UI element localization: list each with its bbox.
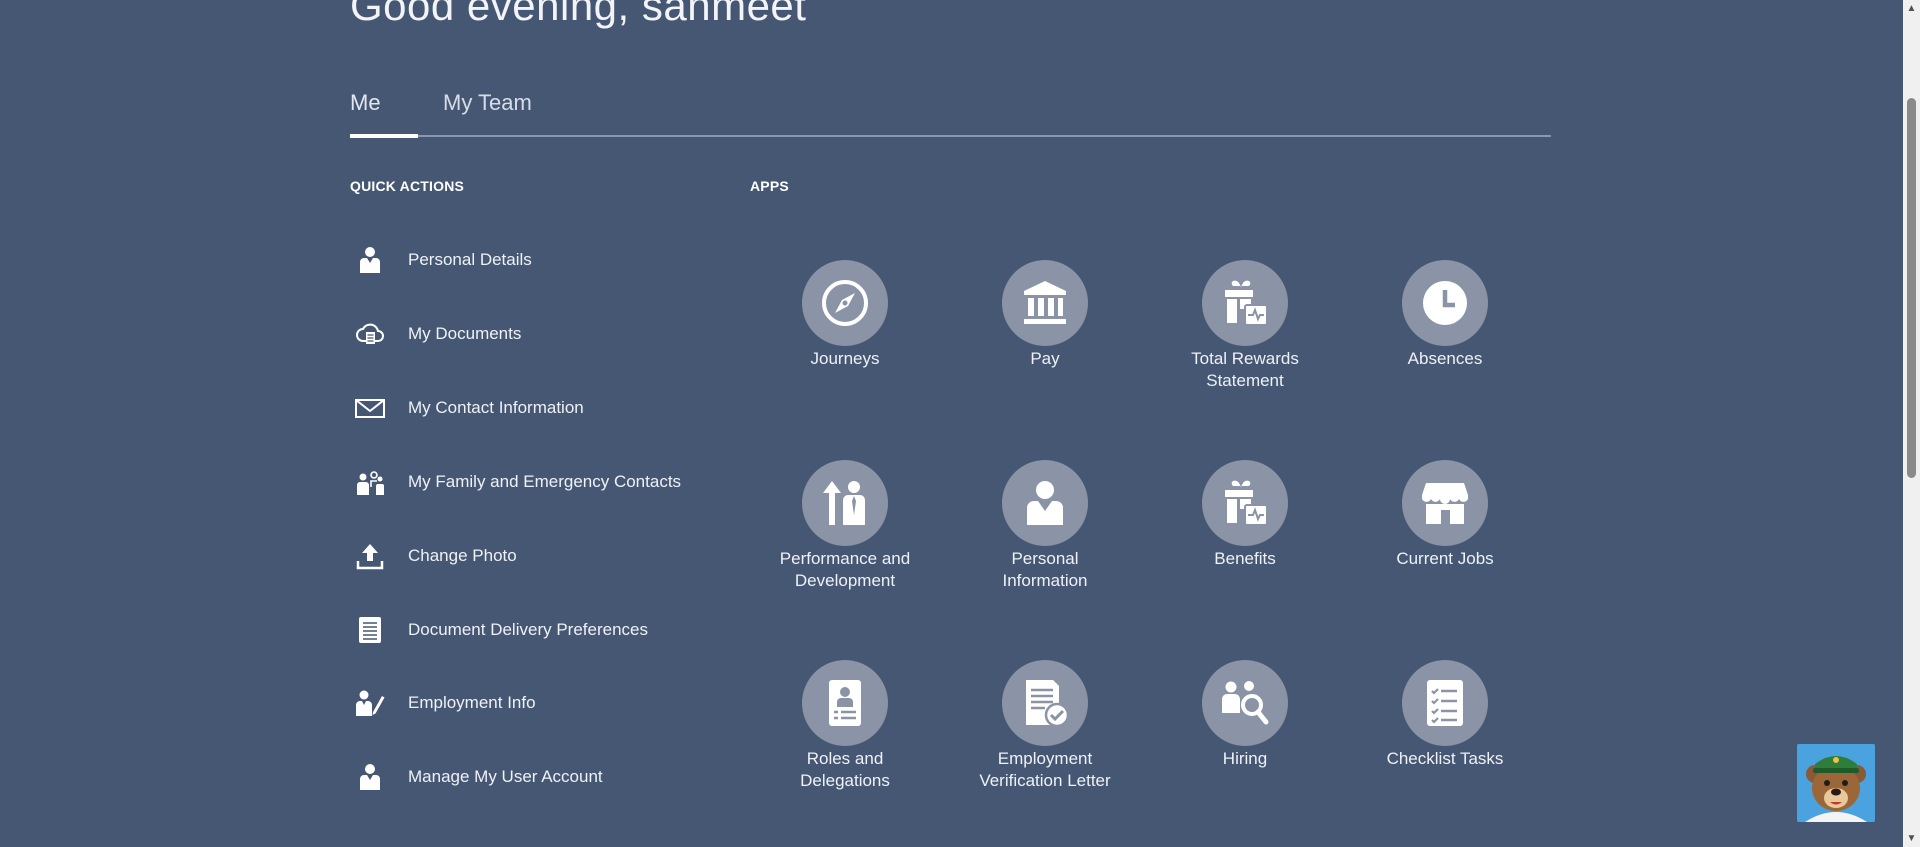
quick-action-manage-my-user-account[interactable]: Manage My User Account [350,757,750,797]
app-journeys[interactable]: Journeys [760,260,930,370]
app-employment-verification-letter[interactable]: Employment Verification Letter [960,660,1130,792]
quick-action-label: My Contact Information [408,398,584,417]
tab-bar: Me My Team [350,85,1551,139]
tab-active-indicator [350,134,418,138]
greeting-heading: Good evening, sanmeet [350,0,807,29]
quick-action-my-family-and-emergency-contacts[interactable]: My Family and Emergency Contacts [350,462,750,502]
person-pencil-icon [350,683,390,723]
app-label: Pay [1030,349,1060,368]
app-label: Roles and Delegations [800,749,890,790]
quick-action-label: Manage My User Account [408,767,603,786]
quick-action-my-documents[interactable]: My Documents [350,314,750,354]
app-label: Personal Information [1002,549,1088,590]
app-label: Performance and Development [779,549,911,590]
scroll-up-arrow-icon[interactable]: ▲ [1903,0,1920,17]
app-pay[interactable]: Pay [960,260,1130,370]
app-personal-information[interactable]: Personal Information [960,460,1130,592]
bear-mascot-icon [1797,744,1875,822]
quick-action-label: Personal Details [408,250,532,269]
app-performance-and-development[interactable]: Performance and Development [760,460,930,592]
quick-action-label: My Family and Emergency Contacts [408,472,682,491]
gift-pulse-icon [1202,260,1288,346]
tab-divider [350,135,1551,137]
app-label: Hiring [1222,749,1268,768]
app-absences[interactable]: Absences [1360,260,1530,370]
envelope-icon [350,388,390,428]
quick-action-label: Employment Info [408,693,536,712]
person-icon [1002,460,1088,546]
app-hiring[interactable]: Hiring [1160,660,1330,770]
cloud-document-icon [350,314,390,354]
quick-actions-title: QUICK ACTIONS [350,178,465,194]
vertical-scrollbar[interactable]: ▲ ▼ [1903,0,1920,847]
app-checklist-tasks[interactable]: Checklist Tasks [1360,660,1530,770]
quick-action-document-delivery-preferences[interactable]: Document Delivery Preferences [350,610,750,650]
apps-title: APPS [750,178,789,194]
document-lines-icon [350,610,390,650]
upload-icon [350,536,390,576]
quick-action-my-contact-information[interactable]: My Contact Information [350,388,750,428]
tab-me[interactable]: Me [350,90,381,116]
growth-people-icon [802,460,888,546]
quick-action-change-photo[interactable]: Change Photo [350,536,750,576]
checklist-icon [1402,660,1488,746]
family-icon [350,462,390,502]
person-icon [350,757,390,797]
app-label: Current Jobs [1396,549,1494,568]
assistant-avatar-button[interactable] [1797,744,1875,822]
quick-action-personal-details[interactable]: Personal Details [350,240,750,280]
page: Good evening, sanmeet Me My Team QUICK A… [0,0,1920,847]
quick-action-label: Document Delivery Preferences [408,620,648,639]
people-search-icon [1202,660,1288,746]
storefront-icon [1402,460,1488,546]
app-roles-and-delegations[interactable]: Roles and Delegations [760,660,930,792]
app-label: Absences [1407,349,1483,368]
clock-icon [1402,260,1488,346]
app-label: Benefits [1214,549,1276,568]
document-check-icon [1002,660,1088,746]
app-current-jobs[interactable]: Current Jobs [1360,460,1530,570]
id-badge-icon [802,660,888,746]
tab-my-team[interactable]: My Team [443,90,532,116]
quick-action-label: My Documents [408,324,522,343]
quick-action-label: Change Photo [408,546,517,565]
app-benefits[interactable]: Benefits [1160,460,1330,570]
compass-icon [802,260,888,346]
scroll-down-arrow-icon[interactable]: ▼ [1903,830,1920,847]
app-label: Journeys [810,349,880,368]
bank-icon [1002,260,1088,346]
app-label: Employment Verification Letter [979,749,1111,790]
scrollbar-thumb[interactable] [1907,98,1916,478]
app-label: Checklist Tasks [1386,749,1504,768]
app-total-rewards-statement[interactable]: Total Rewards Statement [1160,260,1330,392]
app-label: Total Rewards Statement [1191,349,1299,390]
quick-action-employment-info[interactable]: Employment Info [350,683,750,723]
gift-pulse-icon [1202,460,1288,546]
person-icon [350,240,390,280]
